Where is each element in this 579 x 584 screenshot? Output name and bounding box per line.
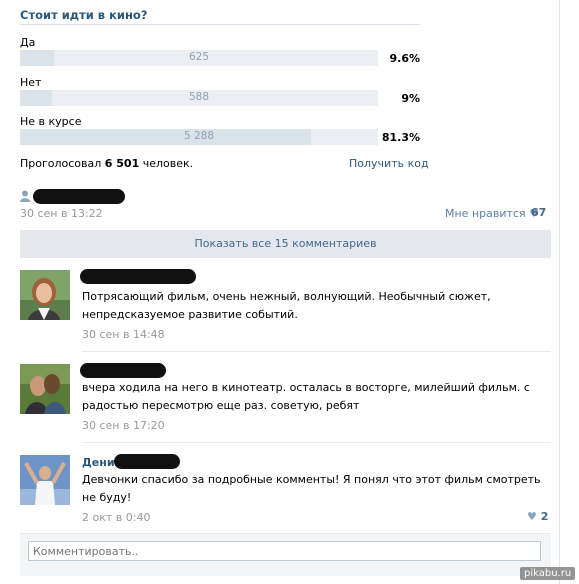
right-border: [559, 0, 560, 584]
comment-text: Потрясающий фильм, очень нежный, волнующ…: [82, 290, 491, 321]
redacted-commenter-name: [80, 363, 166, 378]
poll-option-bar[interactable]: 625: [20, 50, 378, 66]
voted-suffix: человек.: [142, 157, 194, 170]
post-date[interactable]: 30 сен в 13:22: [20, 207, 103, 220]
redacted-commenter-surname: [114, 454, 180, 469]
comment-date[interactable]: 2 окт в 0:40: [82, 511, 150, 524]
redacted-author-name: [33, 189, 125, 204]
show-all-comments-button[interactable]: Показать все 15 комментариев: [20, 230, 551, 258]
poll-option-label: Не в курсе: [20, 115, 82, 128]
poll-option-label: Нет: [20, 76, 42, 89]
comment-text: Девчонки спасибо за подробные комменты! …: [82, 473, 541, 504]
like-button[interactable]: Мне нравится ♥: [445, 207, 539, 220]
comment-divider: [82, 442, 551, 443]
comment-form: [20, 533, 551, 576]
voted-count: 6 501: [104, 157, 140, 170]
redacted-commenter-name: [80, 269, 196, 284]
comment-input[interactable]: [28, 541, 541, 561]
comment-text: вчера ходила на него в кинотеатр. остала…: [82, 381, 530, 412]
poll-option-percent: 9%: [401, 92, 420, 105]
like-label: Мне нравится: [445, 207, 526, 220]
comment-like-button[interactable]: ♥ 2: [527, 510, 548, 523]
avatar[interactable]: [20, 364, 70, 414]
poll-divider: [20, 24, 420, 25]
comment-date[interactable]: 30 сен в 14:48: [82, 328, 165, 341]
avatar[interactable]: [20, 455, 70, 505]
poll-option-bar[interactable]: 588: [20, 90, 378, 106]
poll-option-count: 588: [188, 91, 210, 103]
get-code-link[interactable]: Получить код: [349, 157, 429, 170]
poll-option-label: Да: [20, 36, 36, 49]
comment-divider: [82, 351, 551, 352]
poll-option-percent: 9.6%: [389, 52, 420, 65]
user-icon: [20, 190, 30, 202]
poll-option-count: 5 288: [183, 130, 215, 142]
poll-option-bar[interactable]: 5 288: [20, 129, 378, 145]
comment-date[interactable]: 30 сен в 17:20: [82, 419, 165, 432]
avatar[interactable]: [20, 270, 70, 320]
like-count: 67: [531, 206, 547, 219]
poll-option-percent: 81.3%: [381, 131, 420, 144]
poll-question: Стоит идти в кино?: [20, 8, 148, 22]
voted-summary: Проголосовал 6 501 человек.: [20, 157, 193, 170]
watermark: pikabu.ru: [520, 567, 576, 580]
heart-icon: ♥: [527, 510, 537, 523]
comment-like-count: 2: [540, 510, 549, 523]
poll-option-count: 625: [188, 51, 210, 63]
voted-prefix: Проголосовал: [20, 157, 102, 170]
